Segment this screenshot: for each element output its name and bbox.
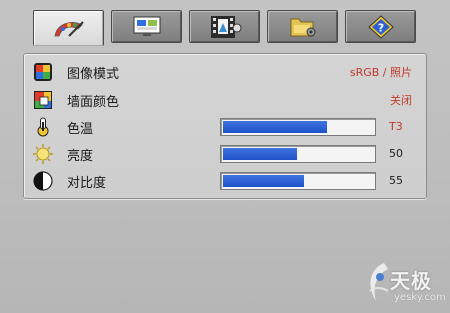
logo-domain: yesky.com (394, 292, 446, 303)
tab-picture[interactable] (33, 10, 104, 46)
color-squares-icon (34, 63, 52, 81)
setting-color-temp[interactable]: 色温 T3 (24, 114, 426, 140)
yesky-logo: 天极 yesky.com (364, 261, 446, 307)
setting-wall-color[interactable]: 墙面颜色 关闭 (24, 87, 426, 113)
brightness-slider[interactable] (220, 145, 376, 163)
thermometer-icon (37, 117, 49, 137)
tab-display[interactable] (111, 10, 182, 43)
logo-chinese: 天极 (390, 269, 432, 293)
film-media-icon (210, 15, 241, 38)
tab-bar: ? (33, 10, 417, 46)
brightness-slider-fill (223, 148, 297, 160)
tab-media[interactable] (189, 10, 260, 43)
picture-palette-icon (54, 20, 84, 37)
wall-color-label: 墙面颜色 (67, 95, 120, 110)
color-temp-label: 色温 (67, 122, 94, 137)
question-help-icon: ? (367, 14, 394, 39)
setting-brightness[interactable]: 亮度 50 (24, 141, 426, 167)
setting-image-mode[interactable]: 图像模式 sRGB / 照片 (24, 59, 426, 85)
color-temp-value: T3 (389, 120, 403, 133)
wall-color-value: 关闭 (390, 94, 412, 107)
svg-text:?: ? (377, 21, 383, 34)
contrast-slider-fill (223, 175, 304, 187)
monitor-display-icon (133, 16, 160, 36)
sun-icon (33, 144, 53, 164)
setting-contrast[interactable]: 对比度 55 (24, 168, 426, 194)
contrast-slider[interactable] (220, 172, 376, 190)
contrast-label: 对比度 (67, 176, 107, 191)
folder-settings-icon (290, 18, 315, 36)
image-mode-value: sRGB / 照片 (349, 66, 412, 79)
color-temp-slider[interactable] (220, 118, 376, 136)
wall-color-icon (34, 91, 52, 109)
contrast-value: 55 (389, 174, 403, 187)
settings-panel: 图像模式 sRGB / 照片 墙面颜色 关闭 色温 T3 亮度 50 对比度 5… (23, 53, 427, 199)
color-temp-slider-fill (223, 121, 327, 133)
image-mode-label: 图像模式 (67, 67, 120, 82)
brightness-label: 亮度 (67, 149, 94, 164)
tab-help[interactable]: ? (345, 10, 416, 43)
brightness-value: 50 (389, 147, 403, 160)
tab-settings[interactable] (267, 10, 338, 43)
contrast-circle-icon (33, 171, 53, 191)
